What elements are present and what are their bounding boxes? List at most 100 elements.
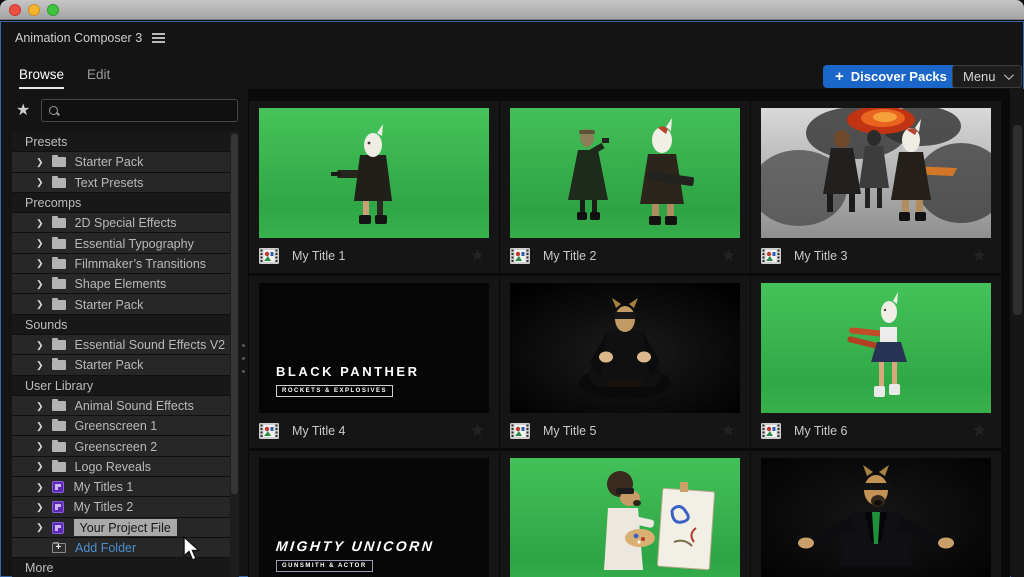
sidebar-item-user-library[interactable]: User Library	[12, 375, 230, 396]
greenscreen-gunner-thumbnail	[259, 108, 489, 238]
media-card[interactable]: My Title 6 ★	[751, 276, 1001, 448]
card-label-bar: My Title 1 ★	[259, 238, 489, 273]
media-card[interactable]: My Title 5 ★	[500, 276, 750, 448]
chevron-right-icon: ❯	[36, 359, 44, 370]
sidebar-item-my-titles-2[interactable]: ❯ My Titles 2	[12, 497, 230, 518]
video-thumbnail[interactable]	[510, 108, 740, 238]
card-label-bar: My Title 6 ★	[761, 413, 991, 448]
discover-packs-button[interactable]: + Discover Packs	[823, 65, 959, 88]
media-card[interactable]: My Title 1 ★	[249, 101, 499, 273]
video-thumbnail[interactable]	[259, 108, 489, 238]
filmstrip-icon	[761, 422, 781, 439]
sidebar-item-starter-pack[interactable]: ❯ Starter Pack	[12, 355, 230, 376]
overlay-subheading: ROCKETS & EXPLOSIVES	[276, 385, 394, 397]
sidebar-item-animal-sound-effects[interactable]: ❯ Animal Sound Effects	[12, 395, 230, 417]
sidebar-scrollbar-thumb[interactable]	[231, 134, 238, 494]
chevron-right-icon: ❯	[36, 156, 44, 167]
folder-icon	[51, 439, 66, 452]
content-scrollbar-thumb[interactable]	[1013, 125, 1022, 315]
card-title: My Title 4	[292, 423, 346, 438]
video-thumbnail[interactable]	[510, 458, 740, 577]
sidebar-item-label: Essential Sound Effects V2	[74, 338, 226, 353]
sidebar-item-sounds[interactable]: Sounds	[12, 314, 230, 335]
sidebar-item-greenscreen-1[interactable]: ❯ Greenscreen 1	[12, 416, 230, 437]
folder-icon	[51, 155, 66, 168]
chevron-right-icon: ❯	[36, 481, 44, 492]
greenscreen-dancer-thumbnail	[761, 283, 991, 413]
tab-edit[interactable]: Edit	[87, 67, 110, 82]
sidebar-item-text-presets[interactable]: ❯ Text Presets	[12, 172, 230, 193]
title-overlay: BLACK PANTHER ROCKETS & EXPLOSIVES	[276, 364, 419, 397]
chevron-right-icon: ❯	[36, 177, 44, 188]
sidebar-item-precomps[interactable]: Precomps	[12, 192, 230, 214]
sidebar-item-label: My Titles 1	[73, 480, 134, 495]
minimize-button[interactable]	[28, 4, 40, 16]
hamburger-menu-icon[interactable]	[152, 31, 166, 45]
sidebar-item-essential-sound-effects-v2[interactable]: ❯ Essential Sound Effects V2	[12, 334, 230, 356]
content-scrollbar[interactable]	[1011, 89, 1024, 577]
sidebar-item-label: Your Project File	[73, 519, 177, 537]
sidebar-item-label: 2D Special Effects	[74, 216, 177, 231]
sidebar-item-essential-typography[interactable]: ❯ Essential Typography	[12, 233, 230, 254]
favorite-star-icon[interactable]: ★	[972, 246, 987, 266]
search-icon	[48, 105, 60, 117]
sidebar-item-filmmaker-s-transitions[interactable]: ❯ Filmmaker’s Transitions	[12, 253, 230, 275]
media-card[interactable]: ★	[751, 451, 1001, 577]
sidebar-item-label: Starter Pack	[74, 155, 144, 170]
search-box[interactable]	[41, 99, 238, 122]
sidebar-item-label: Filmmaker’s Transitions	[74, 256, 207, 271]
folder-icon	[51, 216, 66, 229]
sidebar-item-label: Presets	[25, 135, 68, 150]
favorite-star-icon[interactable]: ★	[470, 421, 485, 441]
favorites-filter-star-icon[interactable]: ★	[16, 100, 30, 120]
sidebar-item-greenscreen-2[interactable]: ❯ Greenscreen 2	[12, 436, 230, 457]
video-thumbnail[interactable]: BLACK PANTHER ROCKETS & EXPLOSIVES	[259, 283, 489, 413]
sidebar-item-starter-pack[interactable]: ❯ Starter Pack	[12, 152, 230, 173]
plus-icon: +	[835, 68, 844, 85]
sidebar-item-label: Text Presets	[74, 175, 144, 190]
sidebar-item-starter-pack[interactable]: ❯ Starter Pack	[12, 294, 230, 315]
menu-button[interactable]: Menu	[952, 65, 1022, 88]
video-thumbnail[interactable]	[761, 108, 991, 238]
zoom-button[interactable]	[47, 4, 59, 16]
macos-titlebar[interactable]	[0, 0, 1024, 20]
sidebar-item-label: Sounds	[25, 317, 68, 332]
greenscreen-duo-thumbnail	[510, 108, 740, 238]
media-card[interactable]: My Title 2 ★	[500, 101, 750, 273]
panel-divider-grip[interactable]	[242, 344, 245, 383]
sidebar-list: Presets ❯ Starter Pack ❯ Text Presets Pr…	[12, 132, 230, 577]
search-input[interactable]	[65, 103, 231, 118]
video-thumbnail[interactable]: MIGHTY UNICORN GUNSMITH & ACTOR	[259, 458, 489, 577]
sidebar-item-label: Shape Elements	[74, 277, 167, 292]
favorite-star-icon[interactable]: ★	[721, 246, 736, 266]
sidebar-item-label: User Library	[25, 378, 94, 393]
add-folder-icon: +	[52, 542, 66, 554]
favorite-star-icon[interactable]: ★	[972, 421, 987, 441]
video-thumbnail[interactable]	[761, 283, 991, 413]
favorite-star-icon[interactable]: ★	[470, 246, 485, 266]
sidebar-item-presets[interactable]: Presets	[12, 132, 230, 153]
media-card[interactable]: ★	[500, 451, 750, 577]
video-thumbnail[interactable]	[510, 283, 740, 413]
filmstrip-icon	[510, 247, 530, 264]
sidebar-item-your-project-file[interactable]: ❯ Your Project File	[12, 517, 230, 538]
favorite-star-icon[interactable]: ★	[721, 421, 736, 441]
chevron-right-icon: ❯	[36, 238, 44, 249]
folder-icon	[51, 236, 66, 249]
media-card[interactable]: My Title 3 ★	[751, 101, 1001, 273]
content-area: My Title 1 ★ My Title 2 ★ My Title 3 ★ B…	[248, 89, 1010, 577]
sidebar-item-shape-elements[interactable]: ❯ Shape Elements	[12, 274, 230, 295]
card-title: My Title 6	[794, 423, 848, 438]
sidebar-item-logo-reveals[interactable]: ❯ Logo Reveals	[12, 456, 230, 478]
sidebar-scrollbar[interactable]	[230, 132, 239, 577]
close-button[interactable]	[9, 4, 21, 16]
sidebar-item-2d-special-effects[interactable]: ❯ 2D Special Effects	[12, 213, 230, 234]
tab-browse[interactable]: Browse	[19, 67, 65, 89]
media-card[interactable]: BLACK PANTHER ROCKETS & EXPLOSIVES My Ti…	[249, 276, 499, 448]
chevron-right-icon: ❯	[36, 501, 44, 512]
sidebar-item-my-titles-1[interactable]: ❯ My Titles 1	[12, 477, 230, 498]
sidebar-item-label: Animal Sound Effects	[74, 399, 194, 413]
video-thumbnail[interactable]	[761, 458, 991, 577]
media-card[interactable]: MIGHTY UNICORN GUNSMITH & ACTOR ★	[249, 451, 499, 577]
folder-icon	[51, 175, 66, 188]
